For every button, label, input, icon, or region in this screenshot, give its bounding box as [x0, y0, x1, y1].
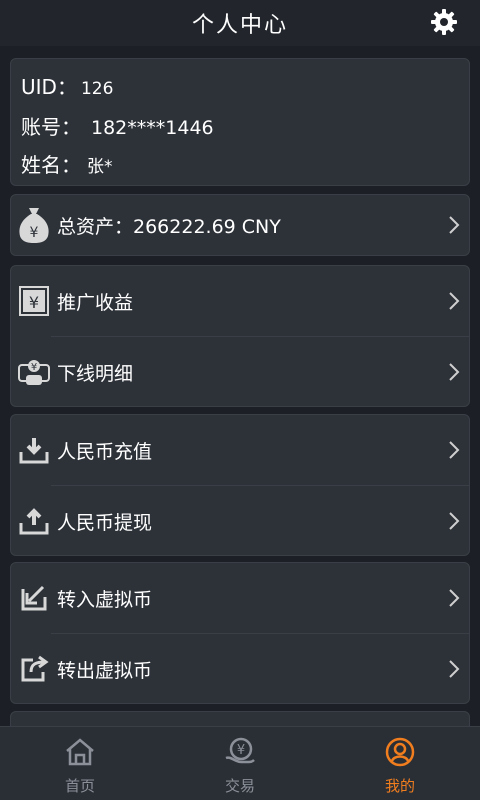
svg-text:¥: ¥	[237, 743, 245, 758]
page-title: 个人中心	[191, 13, 288, 38]
name-label: 姓名：	[21, 153, 81, 177]
coin-card: 转入虚拟币 转出虚拟币	[10, 562, 470, 704]
uid-label: UID：	[21, 75, 77, 99]
tab-mine-label: 我的	[384, 777, 415, 795]
transfer-out-coin-row[interactable]: 转出虚拟币	[11, 634, 471, 704]
app-header: 个人中心	[0, 0, 480, 46]
tab-trade[interactable]: ¥ 交易	[160, 727, 320, 800]
transfer-in-coin-label: 转入虚拟币	[57, 588, 153, 611]
chevron-right-icon	[447, 510, 461, 532]
bottom-tab-bar: 首页 ¥ 交易 我的	[0, 726, 480, 800]
svg-text:¥: ¥	[31, 362, 37, 373]
tab-trade-label: 交易	[224, 777, 255, 795]
uid-row: UID： 126	[21, 71, 113, 100]
user-icon	[383, 735, 417, 769]
wallet-hand-icon: ¥	[17, 355, 51, 389]
name-row: 姓名： 张*	[21, 149, 113, 178]
account-label: 账号：	[21, 115, 81, 139]
total-assets-label: 总资产：266222.69 CNY	[57, 215, 281, 238]
import-icon	[17, 581, 51, 615]
transfer-out-coin-label: 转出虚拟币	[57, 659, 153, 682]
assets-card[interactable]: ¥ 总资产：266222.69 CNY	[10, 194, 470, 256]
tab-home-label: 首页	[64, 777, 95, 795]
chevron-right-icon	[447, 658, 461, 680]
svg-text:¥: ¥	[30, 225, 39, 241]
promotion-card: ¥ 推广收益 ¥ 下线明细	[10, 265, 470, 407]
exchange-icon: ¥	[223, 735, 257, 769]
rmb-withdraw-row[interactable]: 人民币提现	[11, 486, 471, 556]
chevron-right-icon	[447, 361, 461, 383]
downline-detail-row[interactable]: ¥ 下线明细	[11, 337, 471, 407]
export-icon	[17, 652, 51, 686]
tab-mine[interactable]: 我的	[320, 727, 480, 800]
home-icon	[63, 735, 97, 769]
transfer-in-coin-row[interactable]: 转入虚拟币	[11, 563, 471, 633]
rmb-deposit-label: 人民币充值	[57, 440, 153, 463]
download-icon	[17, 433, 51, 467]
profile-card: UID： 126 账号： 182****1446 姓名： 张*	[10, 58, 470, 186]
chevron-right-icon	[447, 439, 461, 461]
chevron-right-icon	[447, 290, 461, 312]
rmb-card: 人民币充值 人民币提现	[10, 414, 470, 556]
total-assets-row[interactable]: ¥ 总资产：266222.69 CNY	[11, 195, 471, 255]
uid-value: 126	[80, 79, 114, 99]
account-value: 182****1446	[91, 117, 214, 139]
svg-text:¥: ¥	[29, 293, 39, 312]
rmb-deposit-row[interactable]: 人民币充值	[11, 415, 471, 485]
upload-icon	[17, 504, 51, 538]
name-value: 张*	[87, 157, 113, 177]
tab-home[interactable]: 首页	[0, 727, 160, 800]
money-bag-icon: ¥	[17, 208, 51, 243]
income-icon: ¥	[17, 284, 51, 318]
gear-icon	[431, 9, 457, 35]
chevron-right-icon	[447, 587, 461, 609]
downline-detail-label: 下线明细	[57, 362, 134, 385]
settings-button[interactable]	[428, 6, 460, 38]
account-row: 账号： 182****1446	[21, 111, 214, 140]
promotion-income-label: 推广收益	[57, 291, 134, 314]
chevron-right-icon	[447, 214, 461, 236]
promotion-income-row[interactable]: ¥ 推广收益	[11, 266, 471, 336]
rmb-withdraw-label: 人民币提现	[57, 511, 153, 534]
